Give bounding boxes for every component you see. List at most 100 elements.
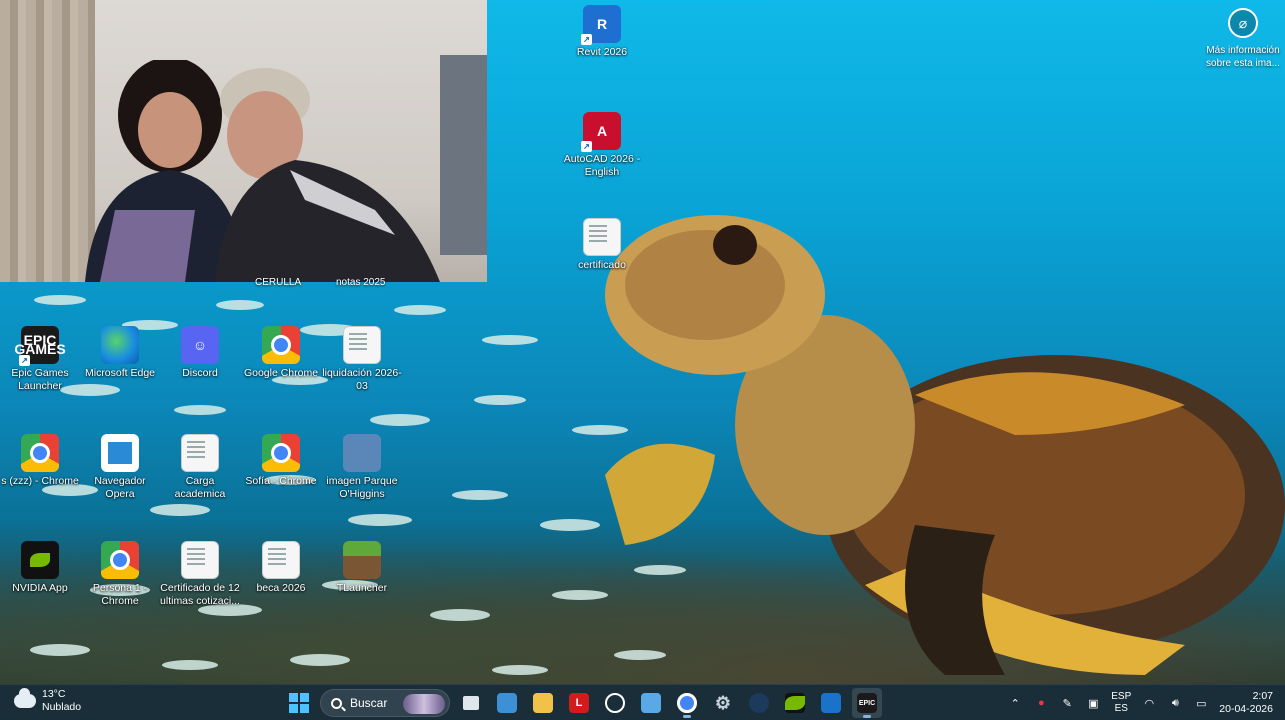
- screen-icon[interactable]: ▣: [1085, 695, 1101, 711]
- clock-date: 20-04-2026: [1219, 703, 1273, 715]
- desktop-icon-label: Navegador Opera: [94, 475, 146, 500]
- desktop-icon-revit[interactable]: R ↗ Revit 2026: [562, 5, 642, 59]
- task-view-button[interactable]: [456, 688, 486, 718]
- folder-icon: [533, 693, 553, 713]
- desktop-icon-certificado-12[interactable]: Certificado de 12 ultimas cotizaci...: [160, 541, 240, 608]
- input-language[interactable]: ESP ES: [1111, 691, 1131, 715]
- taskbar-nvidia[interactable]: [780, 688, 810, 718]
- pen-icon[interactable]: ✎: [1059, 695, 1075, 711]
- desktop-icon-tlauncher[interactable]: TLauncher: [322, 541, 402, 595]
- gear-icon: ⚙: [714, 692, 732, 713]
- microsoft-edge-icon: [101, 326, 139, 364]
- desktop-icon-label: Sofía - Chrome: [245, 475, 317, 487]
- clock-time: 2:07: [1252, 690, 1273, 702]
- opera-browser-icon: [101, 434, 139, 472]
- taskbar-search[interactable]: Buscar: [320, 689, 450, 717]
- partial-icon-label: notas 2025: [336, 277, 386, 288]
- weather-condition: Nublado: [42, 701, 82, 713]
- weather-widget[interactable]: 13°C Nublado: [14, 688, 81, 714]
- remote-desktop-icon: [641, 693, 661, 713]
- taskbar-settings[interactable]: ⚙: [708, 688, 738, 718]
- desktop-icon-chrome-zzz[interactable]: s (zzz) - Chrome: [0, 434, 80, 488]
- cloud-icon: [14, 688, 36, 708]
- taskbar-outlook[interactable]: [816, 688, 846, 718]
- red-l-app-icon: L: [569, 693, 589, 713]
- desktop-icon-label: Persona 1 - Chrome: [92, 582, 148, 607]
- revit-icon: R ↗: [581, 5, 621, 45]
- speaker-icon[interactable]: 🔊︎: [1167, 695, 1183, 711]
- start-button[interactable]: [284, 688, 314, 718]
- webcam-person-right: [215, 68, 440, 282]
- desktop-icon-beca-2026[interactable]: beca 2026: [241, 541, 321, 595]
- webcam-background-shelf: [440, 55, 487, 255]
- desktop-icon-label: Microsoft Edge: [84, 367, 156, 379]
- taskbar-file-explorer[interactable]: [528, 688, 558, 718]
- desktop-icon-label: Certificado de 12 ultimas cotizaci...: [160, 582, 240, 607]
- discord-icon: ☺: [181, 326, 219, 364]
- desktop-icon-liquidacion[interactable]: liquidación 2026-03: [322, 326, 402, 393]
- desktop-icon-label: NVIDIA App: [12, 582, 68, 594]
- desktop-icon-label: certificado: [578, 259, 626, 271]
- desktop-icon-label: Google Chrome: [243, 367, 319, 379]
- tlauncher-icon: [343, 541, 381, 579]
- chrome-profile-icon: [101, 541, 139, 579]
- taskbar-apps: Buscar L ⚙ EPIC: [284, 688, 882, 718]
- search-highlight-image: [403, 694, 445, 714]
- wifi-icon[interactable]: ◠: [1141, 695, 1157, 711]
- epic-games-icon: EPIC: [857, 693, 877, 713]
- desktop-icon-autocad[interactable]: A ↗ AutoCAD 2026 - English: [562, 112, 642, 179]
- desktop-icon-microsoft-edge[interactable]: Microsoft Edge: [80, 326, 160, 380]
- document-icon: [262, 541, 300, 579]
- chrome-profile-icon: [262, 434, 300, 472]
- desktop-icon-label: liquidación 2026-03: [322, 367, 402, 392]
- keyboard-layout: ES: [1114, 703, 1128, 714]
- desktop-icon-imagen-parque[interactable]: imagen Parque O'Higgins: [322, 434, 402, 501]
- wallpaper-info-button[interactable]: ⌀ Más información sobre esta ima...: [1204, 8, 1282, 70]
- desktop-icon-discord[interactable]: ☺ Discord: [160, 326, 240, 380]
- steam-icon: [749, 693, 769, 713]
- taskbar-app-files[interactable]: [492, 688, 522, 718]
- taskbar-media-player[interactable]: [600, 688, 630, 718]
- desktop-icon-carga-academica[interactable]: Carga academica: [160, 434, 240, 501]
- language-code: ESP: [1111, 691, 1132, 702]
- autocad-icon: A ↗: [581, 112, 621, 152]
- webcam-overlay: [0, 0, 487, 282]
- document-icon: [583, 218, 621, 256]
- document-icon: [343, 326, 381, 364]
- desktop-icon-nvidia-app[interactable]: NVIDIA App: [0, 541, 80, 595]
- battery-icon[interactable]: ▭: [1193, 695, 1209, 711]
- taskbar: 13°C Nublado Buscar L ⚙ EPIC ⌃ ● ✎ ▣ ESP…: [0, 684, 1285, 720]
- document-app-icon: [497, 693, 517, 713]
- desktop-icon-epic-games[interactable]: EPIC GAMES ↗ Epic Games Launcher: [0, 326, 80, 393]
- taskbar-steam[interactable]: [744, 688, 774, 718]
- document-icon: [181, 541, 219, 579]
- wallpaper-turtle: [605, 215, 1285, 675]
- image-file-icon: [343, 434, 381, 472]
- desktop-icon-label: s (zzz) - Chrome: [1, 475, 79, 487]
- taskbar-chrome[interactable]: [672, 688, 702, 718]
- partial-icon-label: CERULLA: [255, 277, 302, 288]
- desktop-icon-label: TLauncher: [336, 582, 388, 594]
- search-placeholder: Buscar: [350, 696, 388, 710]
- nvidia-icon: [785, 693, 805, 713]
- media-player-icon: [605, 693, 625, 713]
- nvidia-app-icon: [21, 541, 59, 579]
- chevron-up-icon[interactable]: ⌃: [1007, 695, 1023, 711]
- taskbar-epic-games[interactable]: EPIC: [852, 688, 882, 718]
- epic-games-launcher-icon: EPIC GAMES ↗: [14, 326, 66, 366]
- taskbar-remote-desktop[interactable]: [636, 688, 666, 718]
- search-icon: [331, 697, 342, 709]
- desktop-icon-label: Discord: [182, 367, 218, 379]
- taskbar-app-red[interactable]: L: [564, 688, 594, 718]
- desktop-icon-label: beca 2026: [256, 582, 306, 594]
- desktop-icon-navegador-opera[interactable]: Navegador Opera: [80, 434, 160, 501]
- tray-app-icon[interactable]: ●: [1033, 695, 1049, 711]
- chrome-profile-icon: [21, 434, 59, 472]
- desktop-icon-google-chrome[interactable]: Google Chrome: [241, 326, 321, 380]
- clock[interactable]: 2:07 20-04-2026: [1219, 690, 1273, 716]
- desktop-icon-certificado[interactable]: certificado: [562, 218, 642, 272]
- desktop-icon-label: Carga academica: [174, 475, 226, 500]
- desktop-icon-sofia-chrome[interactable]: Sofía - Chrome: [241, 434, 321, 488]
- wallpaper-info-label: Más información sobre esta ima...: [1206, 45, 1280, 69]
- desktop-icon-persona-1-chrome[interactable]: Persona 1 - Chrome: [80, 541, 160, 608]
